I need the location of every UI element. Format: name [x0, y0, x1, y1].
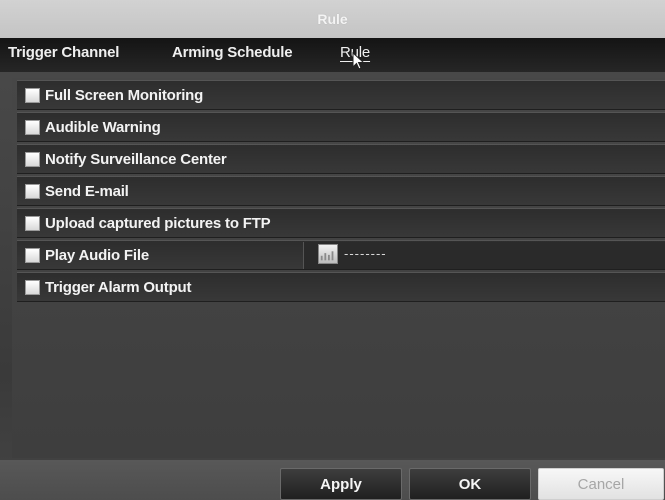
rule-row-trigger-alarm-output: Trigger Alarm Output — [17, 272, 665, 302]
audio-file-icon[interactable] — [318, 244, 338, 264]
checkbox-full-screen-monitoring[interactable] — [25, 88, 40, 103]
rule-list: Full Screen Monitoring Audible Warning N… — [17, 80, 665, 304]
apply-button[interactable]: Apply — [280, 468, 402, 500]
rule-row-play-audio-file: Play Audio File -------- — [17, 240, 665, 270]
rule-label: Send E-mail — [45, 183, 129, 200]
rule-dialog: Rule Trigger Channel Arming Schedule Rul… — [0, 0, 665, 500]
rule-row-notify-surveillance-center: Notify Surveillance Center — [17, 144, 665, 174]
rule-row-send-email: Send E-mail — [17, 176, 665, 206]
tab-trigger-channel[interactable]: Trigger Channel — [8, 44, 119, 61]
ok-button[interactable]: OK — [409, 468, 531, 500]
rule-label: Full Screen Monitoring — [45, 87, 204, 104]
mouse-pointer-icon — [352, 52, 365, 70]
rule-label: Audible Warning — [45, 119, 161, 136]
checkbox-upload-ftp[interactable] — [25, 216, 40, 231]
rule-row-audible-warning: Audible Warning — [17, 112, 665, 142]
audio-file-field[interactable]: -------- — [303, 242, 665, 269]
rule-label: Notify Surveillance Center — [45, 151, 227, 168]
checkbox-send-email[interactable] — [25, 184, 40, 199]
button-bar: Apply OK Cancel — [0, 460, 665, 500]
tab-arming-schedule[interactable]: Arming Schedule — [172, 44, 293, 61]
tab-bar: Trigger Channel Arming Schedule Rule — [0, 38, 665, 72]
checkbox-notify-surveillance-center[interactable] — [25, 152, 40, 167]
checkbox-audible-warning[interactable] — [25, 120, 40, 135]
rule-label: Upload captured pictures to FTP — [45, 215, 271, 232]
checkbox-trigger-alarm-output[interactable] — [25, 280, 40, 295]
rule-row-full-screen-monitoring: Full Screen Monitoring — [17, 80, 665, 110]
rule-label: Trigger Alarm Output — [45, 279, 192, 296]
rule-label: Play Audio File — [45, 247, 149, 264]
cancel-button[interactable]: Cancel — [538, 468, 664, 500]
rule-panel: Full Screen Monitoring Audible Warning N… — [12, 78, 665, 458]
title-bar: Rule — [0, 0, 665, 38]
audio-file-value: -------- — [344, 246, 387, 261]
rule-row-upload-ftp: Upload captured pictures to FTP — [17, 208, 665, 238]
dialog-title: Rule — [317, 11, 348, 27]
checkbox-play-audio-file[interactable] — [25, 248, 40, 263]
